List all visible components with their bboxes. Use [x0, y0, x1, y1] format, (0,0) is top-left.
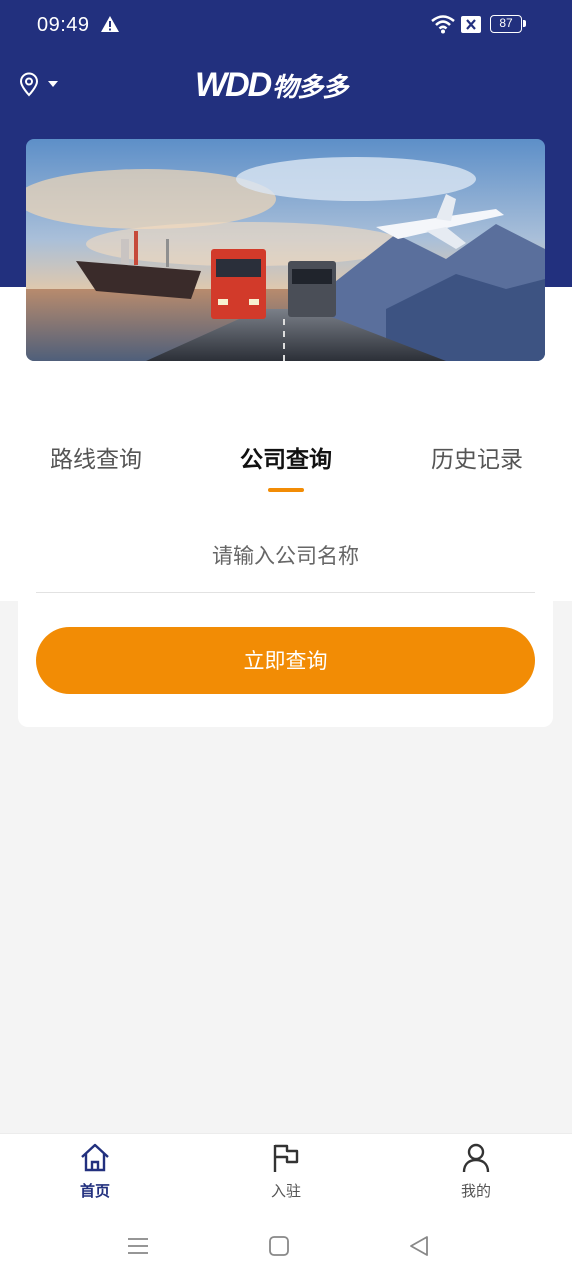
nav-home[interactable]: 首页 [55, 1142, 135, 1201]
location-pin-icon [19, 72, 58, 97]
bottom-navigation: 首页 入驻 我的 [0, 1133, 572, 1219]
query-now-button[interactable]: 立即查询 [36, 627, 535, 694]
flag-icon [273, 1144, 299, 1172]
logo-cn: 物多多 [272, 72, 348, 103]
logistics-banner[interactable] [26, 139, 545, 361]
location-selector[interactable] [18, 72, 60, 98]
app-logo: WDD 物多多 [195, 65, 348, 104]
system-navigation-bar [0, 1218, 572, 1280]
banner-image [26, 139, 545, 361]
status-bar: 09:49 87 [0, 0, 572, 52]
tab-route-query[interactable]: 路线查询 [50, 440, 142, 474]
logo-latin: WDD [195, 65, 272, 104]
tab-company-query[interactable]: 公司查询 [240, 440, 332, 474]
nav-join[interactable]: 入驻 [246, 1142, 326, 1201]
company-name-input[interactable] [36, 520, 535, 593]
home-square-icon[interactable] [267, 1234, 291, 1262]
back-triangle-icon[interactable] [407, 1234, 431, 1262]
status-time: 09:49 [37, 14, 90, 36]
warning-icon [100, 15, 120, 37]
nav-join-label: 入驻 [270, 1182, 301, 1200]
home-icon [81, 1143, 109, 1172]
nav-mine-label: 我的 [460, 1182, 491, 1200]
menu-icon[interactable] [126, 1234, 150, 1262]
nav-home-label: 首页 [79, 1182, 110, 1200]
wifi-icon [430, 14, 456, 38]
tab-history[interactable]: 历史记录 [431, 440, 523, 474]
nav-mine[interactable]: 我的 [436, 1142, 516, 1201]
battery-indicator: 87 [490, 15, 526, 33]
active-tab-indicator [268, 488, 304, 492]
no-sim-icon [461, 16, 481, 37]
user-icon [462, 1143, 490, 1173]
